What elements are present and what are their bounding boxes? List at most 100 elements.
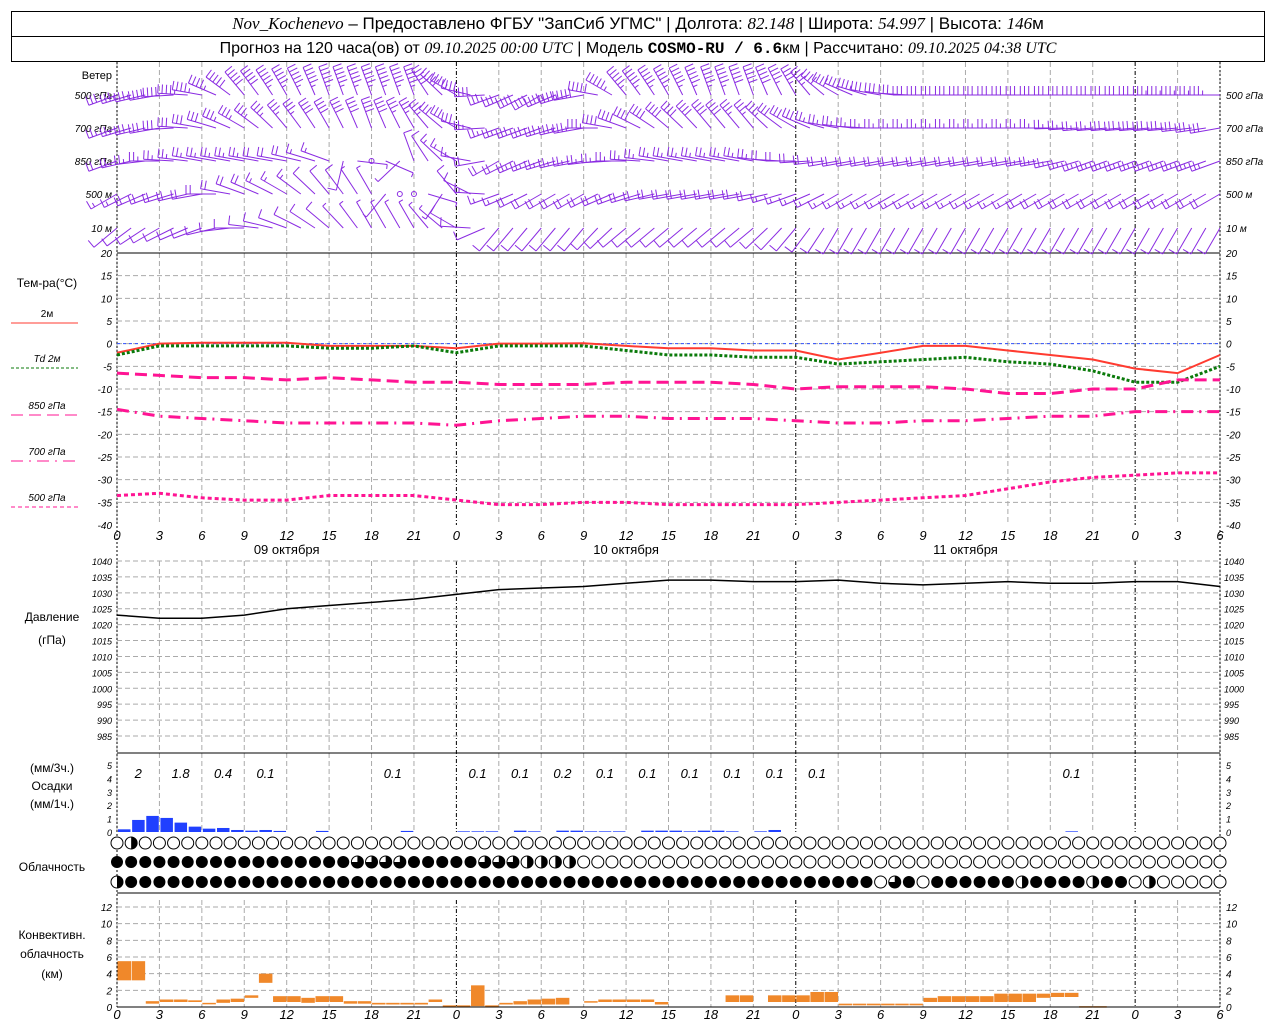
wind-barb-feather bbox=[1060, 162, 1066, 172]
cloud-cover-icon bbox=[732, 855, 746, 869]
wind-barb-feather bbox=[688, 71, 697, 76]
wind-barb-feather bbox=[681, 240, 689, 248]
wind-barb-feather bbox=[571, 81, 575, 91]
cloud-cover-icon bbox=[195, 876, 208, 888]
convective-cloud-bar bbox=[202, 1002, 216, 1005]
wind-barb-feather bbox=[785, 109, 791, 118]
wind-barb bbox=[582, 122, 613, 129]
wind-barb-feather bbox=[773, 74, 783, 80]
wind-barb-feather bbox=[637, 64, 646, 71]
cloud-cover-icon bbox=[634, 876, 647, 888]
wind-barb-feather bbox=[423, 139, 427, 144]
precip-bar bbox=[160, 817, 173, 832]
cloud-cover-icon bbox=[619, 836, 633, 850]
x-tick-label: 18 bbox=[704, 528, 719, 543]
cloud-cover-icon bbox=[478, 876, 491, 888]
x-tick-label: 9 bbox=[919, 528, 926, 543]
wind-barb-feather bbox=[659, 74, 668, 81]
wind-barb-feather bbox=[91, 202, 96, 208]
wind-barb-feather bbox=[250, 78, 259, 85]
precip-bar bbox=[471, 831, 485, 832]
wind-barb bbox=[339, 203, 358, 229]
wind-barb-feather bbox=[678, 102, 686, 110]
wind-barb-feather bbox=[801, 81, 806, 86]
temp-y-tick: -40 bbox=[1226, 521, 1241, 532]
wind-barb-feather bbox=[304, 147, 307, 153]
wind-barb-feather bbox=[462, 87, 464, 97]
x-tick-label: 12 bbox=[279, 1007, 294, 1022]
wind-barb-feather bbox=[826, 116, 829, 126]
wind-barb-feather bbox=[755, 196, 758, 202]
wind-barb-feather bbox=[824, 156, 828, 166]
wind-barb bbox=[398, 201, 415, 229]
wind-barb bbox=[370, 201, 387, 229]
convective-cloud-bar bbox=[640, 999, 655, 1002]
precip-y-tick: 4 bbox=[107, 774, 112, 784]
convective-cloud-bar bbox=[188, 1000, 202, 1002]
wind-barb-feather bbox=[603, 86, 607, 91]
wind-barb-feather bbox=[444, 152, 447, 157]
wind-barb-feather bbox=[806, 157, 810, 167]
wind-barb-feather bbox=[413, 105, 422, 112]
cloud-cover-icon bbox=[251, 836, 265, 850]
wind-barb bbox=[709, 193, 740, 200]
convective-cloud-bar bbox=[174, 999, 188, 1002]
wind-barb-feather bbox=[718, 75, 728, 80]
wind-barb-feather bbox=[374, 177, 379, 182]
meteogram: 0033669912121515181821210033669912121515… bbox=[11, 62, 1264, 1022]
cloud-cover-icon bbox=[549, 876, 562, 888]
cloud-cover-icon bbox=[1142, 836, 1156, 850]
pressure-y-tick: 995 bbox=[1224, 700, 1240, 710]
cloud-cover-icon bbox=[831, 855, 845, 869]
wind-barb-feather bbox=[808, 113, 811, 123]
wind-barb-feather bbox=[453, 87, 456, 97]
pressure-y-tick: 995 bbox=[97, 700, 113, 710]
precip-bar bbox=[146, 815, 159, 832]
cloud-cover-icon bbox=[308, 836, 322, 850]
cloud-cover-icon bbox=[605, 855, 619, 869]
cloud-cover-icon bbox=[987, 876, 1000, 888]
convective-cloud-bar bbox=[923, 997, 938, 1002]
temp-y-tick: -20 bbox=[98, 430, 113, 441]
date-label: 11 октября bbox=[933, 542, 998, 557]
wind-barb-feather bbox=[796, 154, 799, 165]
wind-barb-feather bbox=[1008, 156, 1012, 166]
wind-barb-feather bbox=[221, 107, 227, 116]
wind-barb-feather bbox=[841, 202, 845, 208]
wind-barb bbox=[1193, 193, 1221, 210]
wind-barb-feather bbox=[710, 105, 719, 112]
wind-barb-feather bbox=[597, 109, 602, 118]
x-tick-label: 0 bbox=[1132, 528, 1140, 543]
cloud-cover-icon bbox=[1185, 875, 1199, 889]
cloud-cover-icon bbox=[195, 856, 208, 868]
wind-barb-feather bbox=[742, 63, 752, 68]
convective-cloud-bar bbox=[824, 992, 839, 1002]
temp-y-tick: -15 bbox=[1226, 408, 1241, 419]
temp-y-tick: 20 bbox=[100, 249, 113, 260]
cloud-cover-icon bbox=[747, 876, 760, 888]
precip-bar bbox=[202, 828, 216, 832]
cloud-cover-icon bbox=[1199, 875, 1213, 889]
cloud-cover-fill bbox=[1022, 876, 1029, 888]
precip-title: Осадки bbox=[32, 779, 73, 793]
wind-barb-feather bbox=[769, 67, 779, 73]
cloud-cover-icon bbox=[1171, 836, 1185, 850]
wind-barb-feather bbox=[537, 126, 541, 136]
wind-barb-feather bbox=[420, 133, 427, 141]
cloud-cover-icon bbox=[647, 836, 661, 850]
wind-barb-feather bbox=[629, 75, 638, 82]
wind-barb-feather bbox=[307, 74, 317, 80]
wind-level-label: 500 м bbox=[1226, 190, 1252, 201]
wind-barb-feather bbox=[789, 110, 795, 120]
cloud-cover-icon bbox=[422, 876, 435, 888]
x-tick-label: 6 bbox=[877, 1007, 885, 1022]
cloud-cover-icon bbox=[647, 855, 661, 869]
cloud-cover-icon bbox=[337, 876, 350, 888]
precip-bar bbox=[768, 829, 781, 832]
wind-barb-feather bbox=[245, 71, 254, 79]
wind-barb-feather bbox=[237, 105, 244, 113]
temp-legend-label: 850 гПа bbox=[28, 401, 66, 412]
convective-cloud-bar bbox=[145, 1001, 160, 1004]
wind-barb-feather bbox=[723, 146, 726, 156]
temp-y-tick: 10 bbox=[101, 294, 113, 305]
